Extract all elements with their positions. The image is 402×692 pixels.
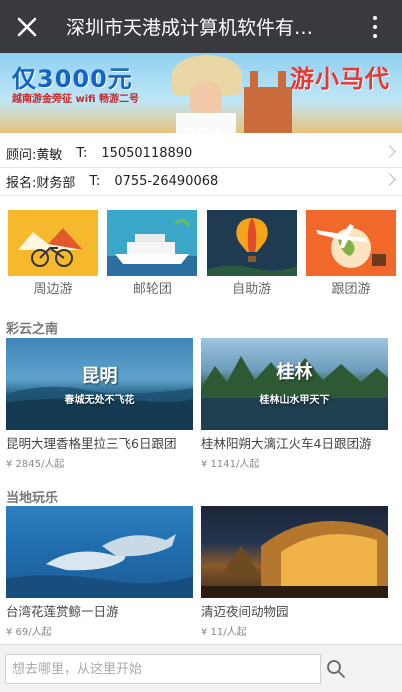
category-selfguided[interactable]: 自助游 <box>206 210 297 297</box>
product-image-caption: 桂林山水甲天下 <box>259 395 330 406</box>
contact-phone-label: T: <box>76 146 88 161</box>
contact-phone[interactable]: 0755-26490068 <box>114 174 218 189</box>
banner-tagline: 游小马代 <box>290 65 390 93</box>
search-bar <box>0 644 402 692</box>
product-name: 昆明大理香格里拉三飞6日跟团 <box>6 436 177 451</box>
section-title: 当地玩乐 <box>6 491 59 506</box>
banner-pager <box>184 128 222 131</box>
cruise-ship-icon <box>107 210 198 276</box>
top-bar: 深圳市天港成计算机软件有… <box>0 0 402 53</box>
product-image <box>6 506 193 598</box>
product-price: ¥ 1141/人起 <box>201 459 260 470</box>
bicycle-icon <box>8 210 98 276</box>
search-icon[interactable] <box>324 654 348 684</box>
product-card[interactable]: 昆明 春城无处不飞花 昆明大理香格里拉三飞6日跟团 ¥ 2845/人起 <box>6 338 193 470</box>
contact-name: 财务部 <box>36 176 76 191</box>
category-label: 邮轮团 <box>132 282 172 297</box>
contact-row-signup[interactable]: 报名: 财务部 T: 0755-26490068 <box>0 168 402 196</box>
promo-banner[interactable]: 仅3000元 越南游金旁征 wifi 畅游二号 游小马代 <box>0 53 402 133</box>
section-title: 彩云之南 <box>6 322 59 337</box>
chevron-right-icon <box>383 145 396 158</box>
close-icon[interactable] <box>0 0 54 53</box>
category-label: 周边游 <box>33 282 73 297</box>
chevron-right-icon <box>383 173 396 186</box>
category-label: 自助游 <box>232 282 272 297</box>
category-cruise[interactable]: 邮轮团 <box>107 210 198 297</box>
product-image-caption: 春城无处不飞花 <box>64 395 135 406</box>
banner-subtext: 越南游金旁征 wifi 畅游二号 <box>12 94 140 105</box>
page-title: 深圳市天港成计算机软件有… <box>66 17 314 39</box>
airplane-globe-icon <box>305 210 396 276</box>
banner-church-image <box>244 71 292 133</box>
product-image-title: 桂林 <box>276 362 313 383</box>
product-image: 昆明 春城无处不飞花 <box>6 338 193 430</box>
contact-row-advisor[interactable]: 顾问: 黄敏 T: 15050118890 <box>0 140 402 168</box>
product-image: 桂林 桂林山水甲天下 <box>201 338 388 430</box>
product-image <box>201 506 388 598</box>
product-price: ¥ 2845/人起 <box>6 459 65 470</box>
contact-label: 顾问: <box>6 148 37 163</box>
product-name: 清迈夜间动物园 <box>201 604 289 619</box>
product-card[interactable]: 桂林 桂林山水甲天下 桂林阳朔大漓江火车4日跟团游 ¥ 1141/人起 <box>201 338 388 470</box>
hot-air-balloon-icon <box>206 210 297 276</box>
search-input[interactable] <box>5 654 321 684</box>
product-price: ¥ 11/人起 <box>201 627 247 638</box>
contact-phone[interactable]: 15050118890 <box>101 146 192 161</box>
product-name: 桂林阳朔大漓江火车4日跟团游 <box>201 436 372 451</box>
more-vertical-icon[interactable] <box>360 0 390 53</box>
category-nearby[interactable]: 周边游 <box>8 210 98 297</box>
contact-phone-label: T: <box>89 174 101 189</box>
contact-label: 报名: <box>6 176 37 191</box>
category-group[interactable]: 跟团游 <box>305 210 396 297</box>
contact-name: 黄敏 <box>36 148 63 163</box>
banner-headline: 仅3000元 <box>12 65 133 93</box>
product-image-title: 昆明 <box>81 366 118 387</box>
product-card[interactable]: 清迈夜间动物园 ¥ 11/人起 <box>201 506 388 638</box>
product-name: 台湾花莲赏鲸一日游 <box>6 604 119 619</box>
product-price: ¥ 69/人起 <box>6 627 52 638</box>
category-grid: 周边游 邮轮团 自助游 跟团游 <box>8 210 396 297</box>
category-label: 跟团游 <box>331 282 371 297</box>
product-card[interactable]: 台湾花莲赏鲸一日游 ¥ 69/人起 <box>6 506 193 638</box>
